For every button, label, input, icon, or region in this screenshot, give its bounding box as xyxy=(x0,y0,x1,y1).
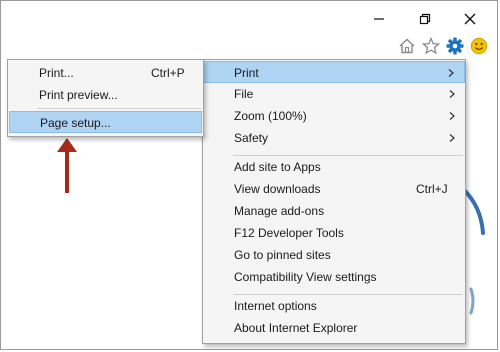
menu-item-label: Manage add-ons xyxy=(234,204,325,218)
menu-item-add-site-to-apps[interactable]: Add site to Apps xyxy=(203,156,465,178)
menu-item-label: View downloads xyxy=(234,182,321,196)
menu-item-zoom[interactable]: Zoom (100%) xyxy=(203,105,465,127)
menu-item-f12-developer-tools[interactable]: F12 Developer Tools xyxy=(203,222,465,244)
annotation-arrow xyxy=(57,138,77,193)
menu-item-label: Go to pinned sites xyxy=(234,248,331,262)
submenu-item-print-preview[interactable]: Print preview... xyxy=(8,84,203,106)
browser-window: Print File Zoom (100%) Safety Add site t… xyxy=(0,0,498,350)
menu-item-label: Print... xyxy=(39,66,74,80)
menu-separator xyxy=(38,108,201,109)
menu-item-internet-options[interactable]: Internet options xyxy=(203,295,465,317)
submenu-item-page-setup[interactable]: Page setup... xyxy=(9,111,202,133)
menu-item-label: File xyxy=(234,87,254,101)
menu-item-label: Zoom (100%) xyxy=(234,109,307,123)
menu-item-about-internet-explorer[interactable]: About Internet Explorer xyxy=(203,317,465,339)
menu-item-view-downloads[interactable]: View downloads Ctrl+J xyxy=(203,178,465,200)
menu-item-compatibility-view-settings[interactable]: Compatibility View settings xyxy=(203,266,465,288)
menu-item-go-to-pinned-sites[interactable]: Go to pinned sites xyxy=(203,244,465,266)
menu-item-label: About Internet Explorer xyxy=(234,321,358,335)
menu-item-label: Internet options xyxy=(234,299,317,313)
menu-item-shortcut: Ctrl+J xyxy=(416,182,448,196)
menu-item-file[interactable]: File xyxy=(203,83,465,105)
menu-item-label: Page setup... xyxy=(40,116,111,130)
chevron-right-icon xyxy=(449,90,455,98)
menu-item-label: Add site to Apps xyxy=(234,160,321,174)
menu-item-print[interactable]: Print xyxy=(203,61,465,83)
menu-item-label: Compatibility View settings xyxy=(234,270,377,284)
submenu-item-print[interactable]: Print... Ctrl+P xyxy=(8,62,203,84)
menu-item-label: F12 Developer Tools xyxy=(234,226,344,240)
menu-item-label: Print preview... xyxy=(39,88,118,102)
menu-item-label: Safety xyxy=(234,131,269,145)
menu-item-shortcut: Ctrl+P xyxy=(151,66,185,80)
menu-item-manage-add-ons[interactable]: Manage add-ons xyxy=(203,200,465,222)
chevron-right-icon xyxy=(449,112,455,120)
tools-menu: Print File Zoom (100%) Safety Add site t… xyxy=(202,59,466,344)
print-submenu: Print... Ctrl+P Print preview... Page se… xyxy=(7,59,204,137)
chevron-right-icon xyxy=(449,134,455,142)
menu-item-label: Print xyxy=(234,66,259,80)
menu-item-safety[interactable]: Safety xyxy=(203,127,465,149)
chevron-right-icon xyxy=(448,69,454,77)
